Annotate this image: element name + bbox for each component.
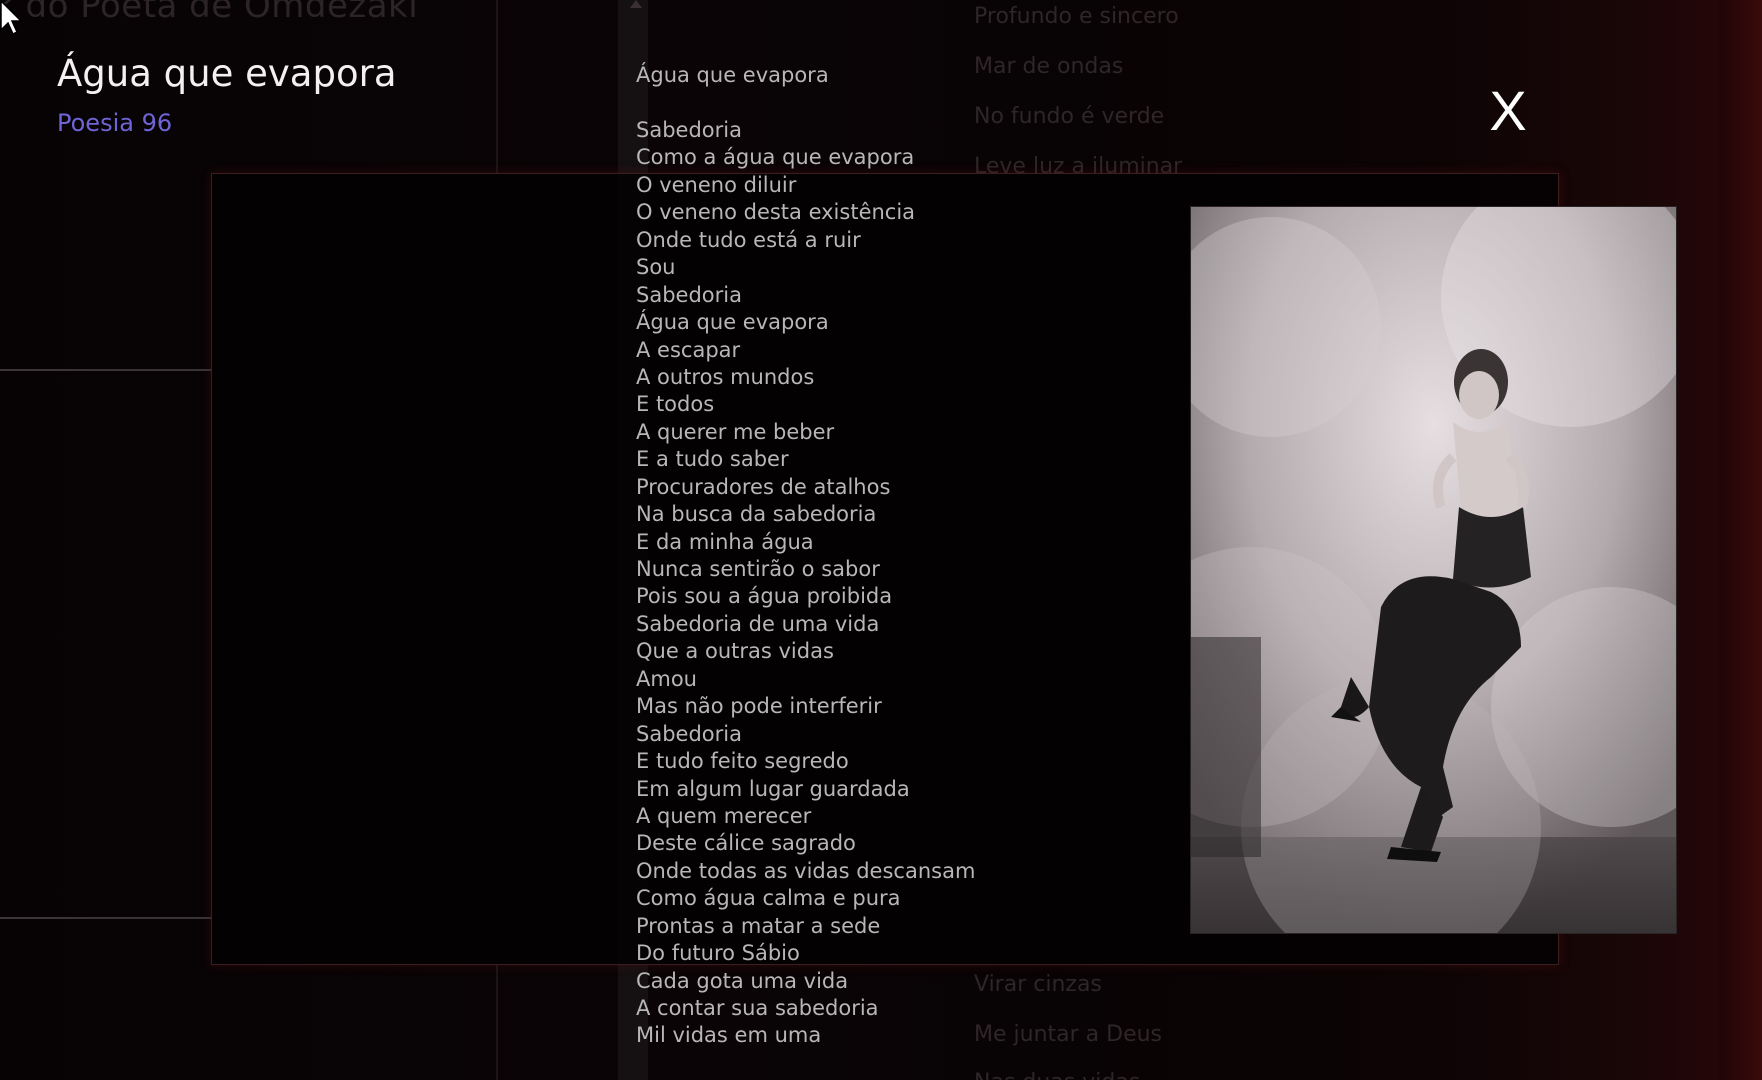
poem-text: Água que evapora Sabedoria Como a água qu… — [636, 62, 975, 1050]
background-divider — [0, 917, 211, 919]
poem-line: A quem merecer — [636, 803, 812, 828]
photo-woman-in-smoke-icon — [1191, 207, 1676, 933]
poem-line: Mil vidas em uma — [636, 1023, 822, 1048]
poem-subtitle: Poesia 96 — [57, 109, 173, 137]
poem-line: Prontas a matar a sede — [636, 913, 881, 938]
background-menu-item: Profundo e sincero — [974, 4, 1179, 29]
poem-line: E da minha água — [636, 529, 814, 554]
poem-line: Na busca da sabedoria — [636, 502, 877, 527]
poem-line: Em algum lugar guardada — [636, 776, 910, 801]
poem-line: Procuradores de atalhos — [636, 474, 891, 499]
poem-line: Deste cálice sagrado — [636, 831, 856, 856]
poem-line: Sabedoria — [636, 282, 742, 307]
background-divider — [496, 965, 498, 1080]
poem-heading: Água que evapora — [636, 63, 829, 87]
poem-photo — [1191, 207, 1676, 933]
background-menu-item: Virar cinzas — [974, 972, 1102, 997]
background-divider — [496, 0, 498, 173]
poem-line: Pois sou a água proibida — [636, 584, 893, 609]
poem-line: Cada gota uma vida — [636, 968, 849, 993]
background-menu-item: Nas duas vidas — [974, 1070, 1140, 1080]
poem-line: Do futuro Sábio — [636, 941, 800, 966]
scroll-up-arrow-icon — [630, 0, 642, 8]
background-site-title: k do Poeta de Omdezaki — [0, 0, 419, 26]
poem-line: Como água calma e pura — [636, 886, 901, 911]
poem-line: Como a água que evapora — [636, 145, 915, 170]
poem-line: A outros mundos — [636, 364, 815, 389]
background-menu-item: Mar de ondas — [974, 54, 1124, 79]
poem-line: E a tudo saber — [636, 447, 789, 472]
poem-line: Que a outras vidas — [636, 639, 834, 664]
poem-line: Sabedoria de uma vida — [636, 611, 880, 636]
close-button[interactable]: X — [1480, 80, 1536, 142]
mouse-cursor-icon — [0, 0, 23, 36]
poem-line: Sou — [636, 255, 676, 280]
page-title: Água que evapora — [57, 52, 397, 95]
poem-line: Onde todas as vidas descansam — [636, 858, 976, 883]
poem-line: Sabedoria — [636, 118, 742, 142]
poem-line: O veneno desta existência — [636, 200, 916, 225]
background-menu-item: No fundo é verde — [974, 104, 1165, 129]
poem-line: Sabedoria — [636, 721, 742, 746]
poem-line: Água que evapora — [636, 310, 829, 335]
poem-line: O veneno diluir — [636, 172, 797, 197]
poem-line: A escapar — [636, 337, 741, 362]
poem-spacer — [636, 90, 975, 118]
poem-line: E tudo feito segredo — [636, 749, 849, 774]
background-edge — [1718, 0, 1762, 1080]
poem-line: Mas não pode interferir — [636, 694, 882, 719]
background-divider — [0, 369, 211, 371]
poem-lines: Sabedoria Como a água que evapora O veneno… — [636, 117, 975, 1050]
poem-line: Amou — [636, 666, 697, 691]
poem-line: A contar sua sabedoria — [636, 996, 879, 1020]
poem-line: E todos — [636, 392, 715, 417]
poem-line: Onde tudo está a ruir — [636, 227, 861, 252]
background-menu-item: Me juntar a Deus — [974, 1022, 1163, 1047]
poem-line: A querer me beber — [636, 419, 835, 444]
app-root: k do Poeta de Omdezaki Profundo e sincer… — [0, 0, 1762, 1080]
poem-line: Nunca sentirão o sabor — [636, 557, 880, 581]
